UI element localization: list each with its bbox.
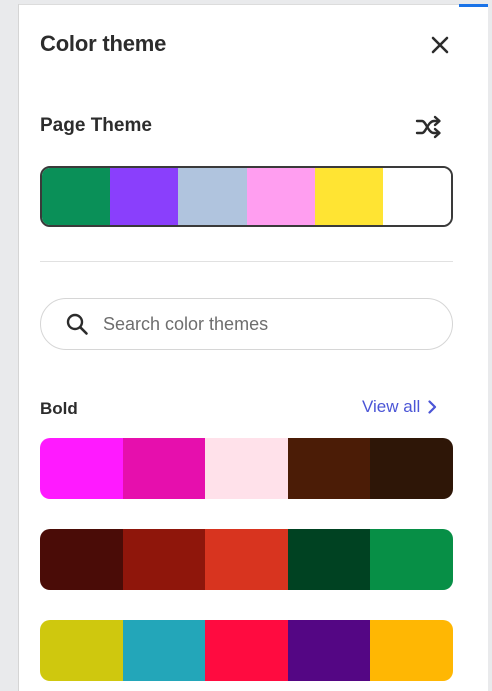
bold-theme-row[interactable] [40,529,453,590]
close-icon [431,36,449,54]
page-theme-swatch [110,168,179,225]
theme-swatch [370,438,453,499]
page-theme-swatch [382,168,451,225]
page-theme-swatch [246,168,315,225]
search-field[interactable] [40,298,453,350]
theme-swatch [122,438,206,499]
bold-theme-row[interactable] [40,620,453,681]
page-theme-swatch [42,168,111,225]
theme-swatch [370,529,453,590]
page-theme-title: Page Theme [40,115,152,136]
color-theme-panel: Color theme Page Theme Search color them… [18,4,488,691]
shuffle-button[interactable] [413,113,445,141]
theme-swatch [122,529,206,590]
page-theme-swatches[interactable] [40,166,453,227]
panel-top-border [19,4,488,5]
page-theme-swatch [314,168,383,225]
shuffle-icon [415,115,441,139]
view-all-label: View all [362,397,421,416]
chevron-right-icon [428,400,437,414]
theme-swatch [287,438,371,499]
search-input[interactable] [103,313,403,335]
bold-group-title: Bold [40,399,78,418]
section-divider [40,261,453,262]
theme-swatch [205,529,288,590]
theme-swatch [205,620,288,681]
theme-swatch [205,438,288,499]
theme-swatch [287,529,371,590]
theme-swatch [40,438,123,499]
theme-swatch [122,620,206,681]
close-button[interactable] [427,32,453,58]
search-icon [65,312,89,336]
bold-theme-row[interactable] [40,438,453,499]
theme-swatch [370,620,453,681]
focus-indicator [459,4,488,7]
app-frame: Color theme Page Theme Search color them… [0,0,492,691]
theme-swatch [40,529,123,590]
panel-title: Color theme [40,31,167,56]
view-all-link[interactable]: View all [362,397,437,417]
theme-swatch [287,620,371,681]
page-theme-swatch [178,168,247,225]
theme-swatch [40,620,123,681]
